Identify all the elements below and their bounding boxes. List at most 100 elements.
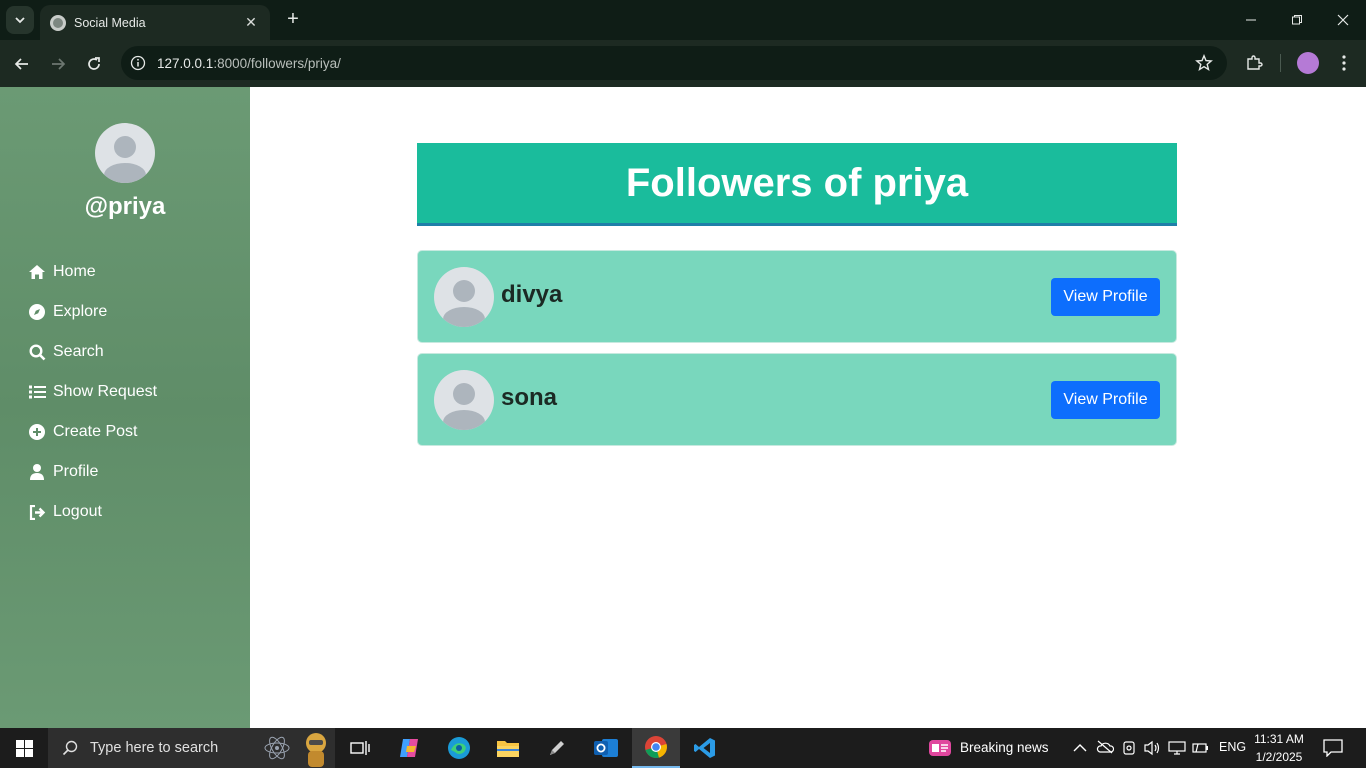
puzzle-icon [1247,55,1263,70]
profile-avatar-button[interactable] [1297,52,1319,74]
view-profile-button[interactable]: View Profile [1051,278,1160,316]
camera-icon[interactable] [1122,740,1136,756]
atom-icon [264,736,290,760]
taskbar-search[interactable]: Type here to search [48,728,335,768]
user-icon [27,462,47,482]
news-icon[interactable] [929,738,951,758]
sidebar-item-label: Create Post [53,423,138,440]
arrow-right-icon [52,58,66,70]
taskbar-edge[interactable] [435,728,483,768]
back-button[interactable] [9,51,35,77]
kebab-menu-icon [1342,55,1346,71]
sidebar-item-logout[interactable]: Logout [27,492,157,532]
url-path: :8000/followers/priya/ [213,55,341,71]
network-icon[interactable] [1168,740,1186,756]
restore-icon [1292,15,1302,25]
sidebar-item-profile[interactable]: Profile [27,452,157,492]
sidebar-item-label: Search [53,343,104,360]
sidebar-item-label: Logout [53,503,102,520]
taskbar-pen-app[interactable] [533,728,581,768]
follower-name: sona [501,384,558,411]
chevron-down-icon [15,17,25,24]
taskbar-outlook[interactable] [582,728,630,768]
windows-logo-icon [15,739,33,757]
page-title: Followers of priya [625,160,969,205]
sidebar-item-home[interactable]: Home [27,252,157,292]
view-profile-button[interactable]: View Profile [1051,381,1160,419]
address-bar[interactable]: 127.0.0.1:8000/followers/priya/ [121,46,1227,80]
user-avatar[interactable] [95,123,155,183]
sidebar-item-search[interactable]: Search [27,332,157,372]
follower-avatar[interactable] [434,370,494,430]
arrow-left-icon [14,58,28,70]
sidebar-item-label: Explore [53,303,108,320]
browser-menu-button[interactable] [1333,52,1355,74]
language-indicator[interactable]: ENG [1219,740,1246,754]
sidebar-item-label: Home [53,263,96,280]
vscode-icon [694,738,715,758]
info-icon[interactable] [130,55,146,71]
taskbar-file-explorer[interactable] [484,728,532,768]
sidebar-item-label: Show Request [53,383,158,400]
sidebar-nav: Home Explore Search Show Request Create … [27,252,157,532]
tab-search-button[interactable] [6,6,34,34]
minimize-button[interactable] [1228,0,1274,40]
figure-icon [306,733,327,767]
news-widget[interactable]: Breaking news [960,740,1049,755]
restore-button[interactable] [1274,0,1320,40]
reload-button[interactable] [81,51,107,77]
follower-name: divya [501,281,563,308]
edge-icon [448,737,470,759]
browser-toolbar: 127.0.0.1:8000/followers/priya/ [0,40,1366,87]
url-text: 127.0.0.1:8000/followers/priya/ [157,56,341,71]
start-button[interactable] [0,728,48,768]
new-tab-button[interactable]: + [282,8,304,30]
extensions-button[interactable] [1243,52,1265,74]
compass-icon [27,302,47,322]
toolbar-separator [1280,54,1281,72]
follower-card: divya View Profile [417,250,1177,343]
volume-icon[interactable] [1143,740,1161,756]
url-host: 127.0.0.1 [157,55,214,71]
sidebar-item-show-request[interactable]: Show Request [27,372,157,412]
task-view-icon [350,741,370,755]
folder-icon [497,741,519,757]
taskbar: Type here to search Breaking news ENG 11… [0,728,1366,768]
follower-card: sona View Profile [417,353,1177,446]
minimize-icon [1246,19,1256,21]
browser-tabstrip: Social Media ✕ + [0,0,1366,40]
page-header: Followers of priya [417,143,1177,226]
task-view-button[interactable] [336,728,384,768]
taskbar-copilot[interactable] [386,728,434,768]
clock[interactable]: 11:31 AM 1/2/2025 [1244,730,1314,766]
default-avatar-icon [443,280,485,327]
follower-avatar[interactable] [434,267,494,327]
bookmark-star-icon[interactable] [1195,54,1213,72]
onedrive-icon[interactable] [1096,740,1114,754]
taskbar-vscode[interactable] [681,728,729,768]
logout-icon [27,502,47,522]
clock-time: 11:31 AM [1254,732,1304,746]
clock-date: 1/2/2025 [1255,750,1303,764]
globe-icon [50,14,66,31]
search-placeholder: Type here to search [90,740,219,756]
chevron-up-icon[interactable] [1073,742,1087,754]
plus-circle-icon [27,422,47,442]
pen-icon [550,741,564,755]
sidebar: @priya Home Explore Search Show Request … [0,87,250,728]
forward-button[interactable] [45,51,71,77]
taskbar-chrome[interactable] [632,728,680,768]
chrome-icon [645,736,667,758]
reload-icon [88,57,100,70]
notifications-icon[interactable] [1323,739,1343,757]
sidebar-username: @priya [84,193,166,220]
search-icon [27,342,47,362]
close-window-button[interactable] [1320,0,1366,40]
battery-icon[interactable] [1192,740,1210,756]
browser-tab[interactable]: Social Media ✕ [40,5,270,40]
sidebar-item-explore[interactable]: Explore [27,292,157,332]
sidebar-item-create-post[interactable]: Create Post [27,412,157,452]
close-tab-icon[interactable]: ✕ [242,14,260,31]
outlook-icon [594,739,618,757]
default-avatar-icon [104,136,146,183]
